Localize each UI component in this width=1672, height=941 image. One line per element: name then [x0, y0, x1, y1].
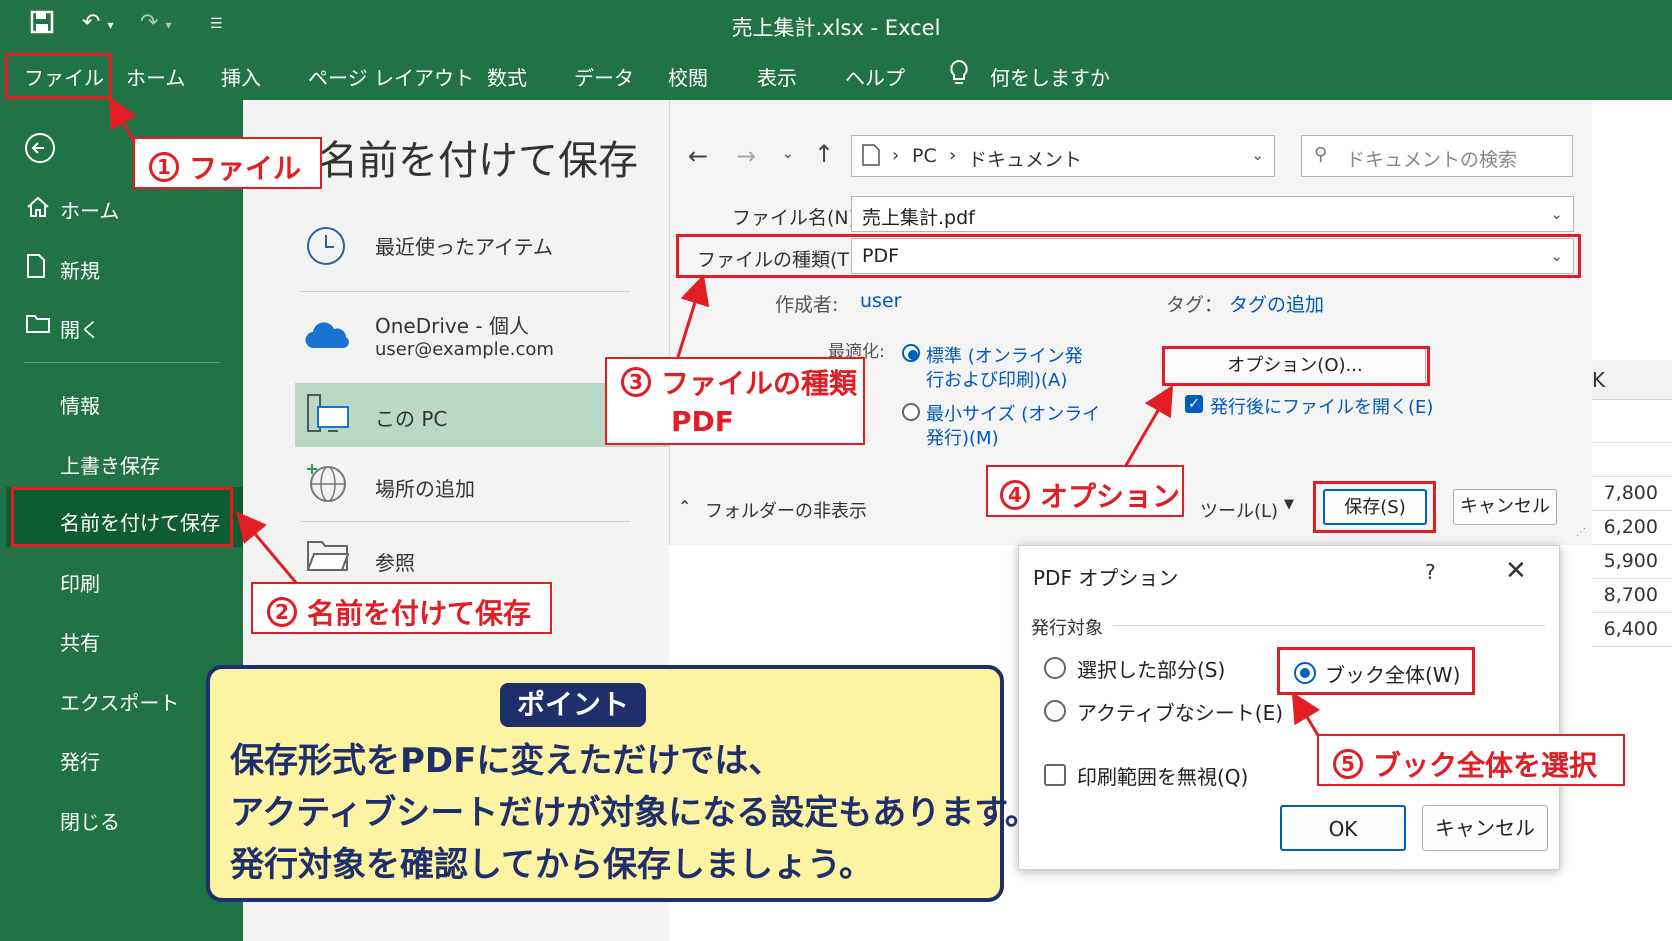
callout-5: 5 ブック全体を選択 [1317, 734, 1625, 786]
callout-2: 2 名前を付けて保存 [251, 582, 552, 634]
callout-3-number: 3 [621, 367, 651, 397]
point-line: 発行対象を確認してから保存しましょう。 [230, 845, 873, 885]
callout-1-number: 1 [149, 152, 179, 182]
callout-3: 3 ファイルの種類 PDF [605, 357, 865, 445]
callout-3-text-2: PDF [671, 405, 734, 438]
callout-4-number: 4 [1000, 480, 1030, 510]
callout-1-text: ファイル [189, 152, 302, 185]
point-line: アクティブシートだけが対象になる設定もあります。 [230, 793, 1039, 833]
callout-5-text: ブック全体を選択 [1373, 749, 1598, 782]
point-line: 保存形式をPDFに変えただけでは、 [230, 741, 783, 781]
callout-5-number: 5 [1333, 749, 1363, 779]
point-badge: ポイント [500, 683, 646, 727]
callout-4: 4 オプション [986, 465, 1184, 517]
callout-4-text: オプション [1040, 480, 1181, 513]
callout-2-number: 2 [267, 597, 297, 627]
callout-1: 1 ファイル [133, 137, 322, 189]
callout-3-text-1: ファイルの種類 [661, 367, 858, 400]
callout-2-text: 名前を付けて保存 [307, 597, 532, 630]
